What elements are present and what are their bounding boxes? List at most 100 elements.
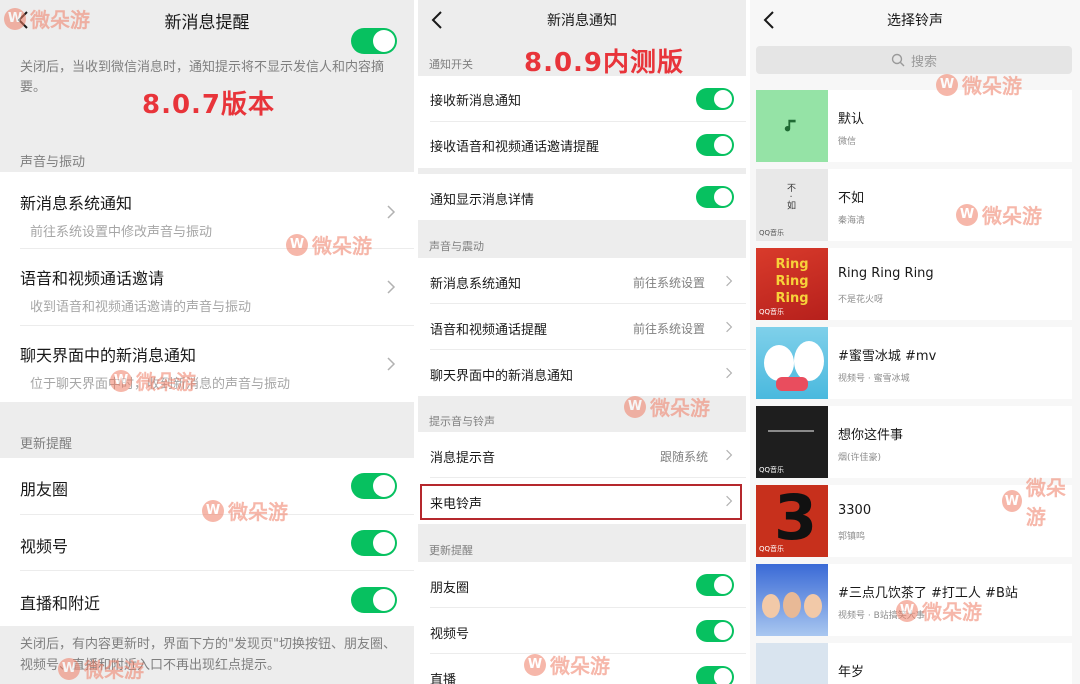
cover-text: 不 · 如 [785, 183, 795, 210]
settings-row[interactable]: 聊天界面中的新消息通知 位于聊天界面中时，收到新消息的声音与振动 [0, 326, 414, 402]
section-header: 通知开关 [429, 58, 473, 71]
sound-settings-group: 新消息系统通知 前往系统设置中修改声音与振动 语音和视频通话邀请 收到语音和视频… [0, 172, 414, 402]
nav-bar: 选择铃声 [750, 0, 1080, 40]
description-text: 关闭后，有内容更新时，界面下方的"发现页"切换按钮、朋友圈、视频号、直播和附近入… [20, 637, 396, 673]
chevron-left-icon [763, 11, 774, 29]
ringtone-name: 不如 [838, 191, 865, 206]
row-title: 新消息系统通知 [20, 194, 133, 213]
cover-text: Ring Ring Ring [775, 257, 809, 306]
call-invite-toggle[interactable] [696, 134, 734, 156]
panel-v807: 新消息提醒 关闭后，当收到微信消息时，通知提示将不显示发信人和内容摘要。 8.0… [0, 0, 414, 684]
cover-badge: QQ音乐 [759, 466, 785, 474]
ringtone-item[interactable]: 不 · 如 QQ音乐 不如 秦海清 [756, 169, 1072, 241]
section-header: 更新提醒 [20, 437, 73, 452]
cover-badge: QQ音乐 [759, 308, 785, 316]
back-button[interactable] [758, 8, 782, 32]
row-title: 朋友圈 [20, 480, 69, 499]
moments-toggle[interactable] [696, 574, 734, 596]
ringtone-name: 想你这件事 [838, 428, 904, 443]
ringtone-item[interactable]: #蜜雪冰城 #mv 视频号 · 蜜雪冰城 [756, 327, 1072, 399]
row-subtitle: 位于聊天界面中时，收到新消息的声音与振动 [30, 377, 291, 392]
section-header: 更新提醒 [429, 544, 473, 557]
live-toggle[interactable] [696, 666, 734, 684]
ringtone-item[interactable]: 年岁 [756, 643, 1072, 684]
chevron-right-icon [387, 205, 396, 219]
switch-group: 接收新消息通知 接收语音和视频通话邀请提醒 [418, 76, 746, 168]
ringtone-cover: Ring Ring Ring QQ音乐 [756, 248, 828, 320]
chevron-right-icon [726, 449, 733, 461]
row-value: 前往系统设置 [633, 322, 706, 336]
ringtone-item[interactable]: #三点几饮茶了 #打工人 #B站 视频号 · B站搞笑大事 [756, 564, 1072, 636]
ringtone-cover: QQ音乐 [756, 406, 828, 478]
section-header: 提示音与铃声 [429, 415, 495, 428]
channels-toggle[interactable] [351, 530, 397, 556]
chevron-right-icon [726, 321, 733, 333]
ringtone-name: 3300 [838, 503, 872, 518]
ringtone-item[interactable]: 默认 微信 [756, 90, 1072, 162]
chevron-right-icon [387, 280, 396, 294]
page-title: 新消息通知 [547, 13, 617, 29]
settings-row[interactable]: 新消息系统通知 前往系统设置 [418, 258, 746, 304]
ringtone-cover [756, 643, 828, 684]
settings-row[interactable]: 新消息系统通知 前往系统设置中修改声音与振动 [0, 172, 414, 248]
ringtone-cover [756, 90, 828, 162]
ringtone-cover [756, 564, 828, 636]
row-title: 新消息系统通知 [430, 277, 522, 292]
settings-row[interactable]: 聊天界面中的新消息通知 [418, 350, 746, 396]
chevron-left-icon [431, 11, 442, 29]
ringtone-name: 默认 [838, 112, 865, 127]
back-button[interactable] [12, 8, 36, 32]
ringtone-cover: 3 QQ音乐 [756, 485, 828, 557]
row-value: 前往系统设置 [633, 276, 706, 290]
row-title: 直播和附近 [20, 594, 101, 613]
ringtone-name: #三点几饮茶了 #打工人 #B站 [838, 586, 1018, 601]
channels-toggle[interactable] [696, 620, 734, 642]
ringtone-item[interactable]: Ring Ring Ring QQ音乐 Ring Ring Ring 不是花火呀 [756, 248, 1072, 320]
page-title: 选择铃声 [887, 13, 943, 29]
ringtone-source: 不是花火呀 [838, 295, 884, 305]
section-header: 声音与振动 [20, 155, 86, 170]
update-group: 朋友圈 视频号 直播 [418, 562, 746, 684]
ringtone-source: 秦海清 [838, 216, 866, 226]
search-bar[interactable]: 搜索 [756, 46, 1072, 74]
back-button[interactable] [426, 8, 450, 32]
ringtone-name: 年岁 [838, 665, 865, 680]
row-title: 视频号 [430, 627, 470, 642]
ringtone-item[interactable]: 3 QQ音乐 3300 郭镇鸣 [756, 485, 1072, 557]
ringtone-source: 视频号 · B站搞笑大事 [838, 611, 925, 621]
row-title: 通知显示消息详情 [430, 193, 535, 208]
chevron-right-icon [726, 367, 733, 379]
row-title: 接收语音和视频通话邀请提醒 [430, 140, 600, 155]
row-title: 接收新消息通知 [430, 94, 522, 109]
receive-notification-toggle[interactable] [696, 88, 734, 110]
chevron-right-icon [726, 275, 733, 287]
search-icon [891, 53, 905, 67]
chevron-right-icon [387, 357, 396, 371]
live-nearby-toggle[interactable] [351, 587, 397, 613]
ringtone-cover [756, 327, 828, 399]
search-placeholder: 搜索 [910, 54, 937, 70]
chevron-left-icon [17, 11, 28, 29]
settings-row[interactable]: 消息提示音 跟随系统 [418, 432, 746, 478]
show-details-toggle[interactable] [696, 186, 734, 208]
row-title: 语音和视频通话邀请 [20, 269, 165, 288]
panel-v809: 新消息通知 通知开关 8.0.9内测版 接收新消息通知 接收语音和视频通话邀请提… [418, 0, 746, 684]
row-title: 直播 [430, 673, 457, 684]
ringtone-source: 微信 [838, 137, 857, 147]
panel-ringtone-picker: 选择铃声 搜索 默认 微信 不 · 如 QQ音乐 不如 秦海清 Ring Rin… [750, 0, 1080, 684]
settings-row[interactable]: 语音和视频通话提醒 前往系统设置 [418, 304, 746, 350]
page-title: 新消息提醒 [164, 12, 250, 33]
ringtone-cover: 不 · 如 QQ音乐 [756, 169, 828, 241]
moments-toggle[interactable] [351, 473, 397, 499]
ringtone-source: 视频号 · 蜜雪冰城 [838, 374, 910, 384]
cover-badge: QQ音乐 [759, 229, 785, 237]
version-label: 8.0.9内测版 [524, 48, 685, 78]
highlight-box [420, 484, 742, 520]
ringtone-item[interactable]: QQ音乐 想你这件事 烟(许佳豪) [756, 406, 1072, 478]
sound-group: 新消息系统通知 前往系统设置 语音和视频通话提醒 前往系统设置 聊天界面中的新消… [418, 258, 746, 396]
row-title: 视频号 [20, 537, 69, 556]
row-title: 聊天界面中的新消息通知 [20, 346, 197, 365]
ringtone-name: Ring Ring Ring [838, 266, 934, 281]
toggle-switch[interactable] [351, 28, 397, 54]
settings-row[interactable]: 语音和视频通话邀请 收到语音和视频通话邀请的声音与振动 [0, 249, 414, 325]
